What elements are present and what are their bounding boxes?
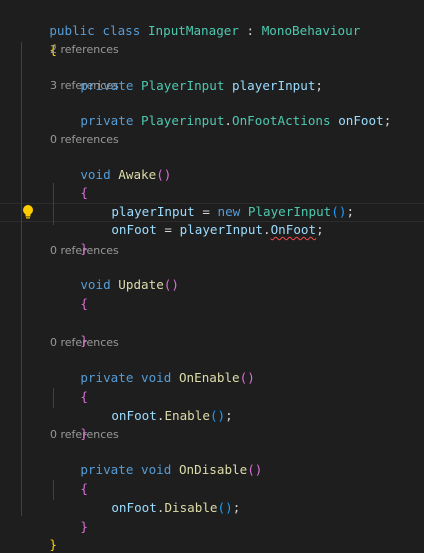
code-line-awake-close[interactable]: } [50,222,424,256]
codelens-references[interactable]: 2 references [50,43,119,57]
punctuation: ; [383,113,392,128]
code-line-field2[interactable]: private Playerinput.OnFootActions onFoot… [50,94,424,128]
field-name: onFoot [338,113,384,128]
code-line-awake-decl[interactable]: void Awake() [50,148,424,182]
codelens-references[interactable]: 3 references [50,79,119,93]
keyword: private [80,113,134,128]
codelens-references[interactable]: 0 references [50,244,119,258]
code-line-onenable-decl[interactable]: private void OnEnable() [50,351,424,385]
type-name: OnFootActions [232,113,331,128]
code-line-class-decl[interactable]: public class InputManager : MonoBehaviou… [19,4,424,38]
type-name: PlayerInput [141,78,225,93]
code-line-onenable-close[interactable]: } [50,407,424,441]
type-name: Playerinput [141,113,225,128]
code-editor[interactable]: public class InputManager : MonoBehaviou… [0,0,424,553]
code-line-ondisable-close[interactable]: } [50,500,424,534]
code-line-field1[interactable]: private PlayerInput playerInput; [50,59,424,93]
codelens-references[interactable]: 0 references [50,428,119,442]
punctuation: . [224,113,233,128]
lightbulb-icon[interactable] [21,204,35,220]
bracket: } [49,537,57,552]
code-line-awake-open[interactable]: { [50,166,424,200]
code-line-onenable-open[interactable]: { [50,370,424,404]
code-line-update-decl[interactable]: void Update() [50,258,424,292]
punctuation: ; [315,78,324,93]
code-line-update-open[interactable]: { [50,277,424,311]
field-name: playerInput [232,78,316,93]
indent-guide-class [21,42,22,516]
code-line-awake-stmt1[interactable]: playerInput = new PlayerInput(); [81,185,424,219]
codelens-references[interactable]: 0 references [50,336,119,350]
code-line-ondisable-open[interactable]: { [50,462,424,496]
code-line-onenable-stmt[interactable]: onFoot.Enable(); [81,389,424,423]
code-line-class-open[interactable]: { [19,23,424,57]
bracket: { [80,296,88,311]
code-line-awake-stmt2[interactable]: onFoot = playerInput.OnFoot; [81,203,424,237]
code-line-update-close[interactable]: } [50,314,424,348]
code-line-ondisable-decl[interactable]: private void OnDisable() [50,443,424,477]
codelens-references[interactable]: 0 references [50,133,119,147]
code-line-class-close[interactable]: } [19,518,424,552]
code-line-ondisable-stmt[interactable]: onFoot.Disable(); [81,481,424,515]
